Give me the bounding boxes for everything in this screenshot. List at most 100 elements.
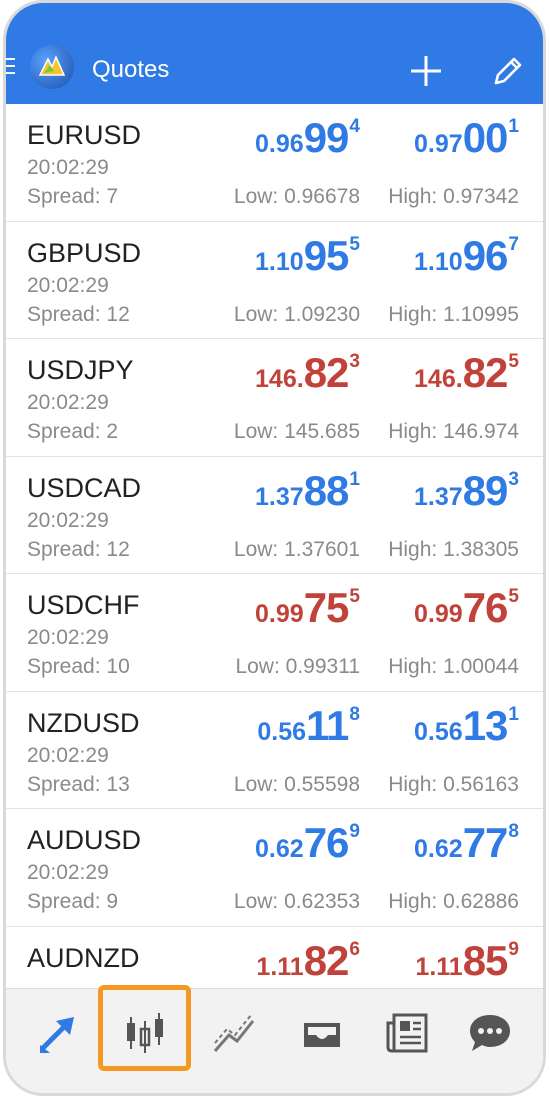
ask-price-prefix: 1.11 <box>415 952 463 981</box>
low-value: Low: 145.685 <box>233 420 360 443</box>
pencil-icon[interactable] <box>490 53 526 89</box>
page-title: Quotes <box>92 56 170 83</box>
bid-price-pips: 11 <box>306 701 349 749</box>
spread-value: Spread: 10 <box>27 655 130 678</box>
bid-price-prefix: 1.10 <box>255 247 304 276</box>
bid-price-pips: 99 <box>303 114 350 161</box>
quote-time: 20:02:29 <box>27 273 109 297</box>
ask-price-pips: 96 <box>462 231 509 279</box>
bid-price: 1.37881 <box>255 467 360 515</box>
bid-price-pips: 95 <box>303 231 350 279</box>
ask-price: 1.10967 <box>414 232 519 280</box>
ask-price-pips: 76 <box>462 584 509 631</box>
ask-price-pips: 89 <box>462 466 509 514</box>
ask-price-pips: 00 <box>462 114 509 161</box>
ask-price-pips: 77 <box>462 819 509 866</box>
quote-time: 20:02:29 <box>27 156 109 179</box>
spread-value: Spread: 12 <box>27 537 130 561</box>
quote-row-usdjpy[interactable]: USDJPY 20:02:29 Spread: 2 146.823 146.825 Low… <box>6 339 543 457</box>
bid-price-prefix: 0.62 <box>255 835 304 863</box>
quote-time: 20:02:29 <box>27 743 109 767</box>
bid-price-fraction: 1 <box>349 468 360 490</box>
bid-price-fraction: 8 <box>349 703 360 725</box>
ask-price-prefix: 0.56 <box>414 717 463 746</box>
bid-price-fraction: 5 <box>349 233 360 255</box>
ask-price-prefix: 1.10 <box>414 247 463 276</box>
phone-frame: Quotes EURUSD 20:02:29 Spread: 7 0.96994 0.9… <box>3 0 546 1096</box>
bid-price-prefix: 0.96 <box>255 130 304 158</box>
spread-value: Spread: 7 <box>27 185 119 208</box>
spread-value: Spread: 12 <box>27 302 130 326</box>
bid-price: 0.56118 <box>257 702 360 750</box>
bid-price-pips: 88 <box>303 466 350 514</box>
bid-price-fraction: 5 <box>349 586 360 607</box>
spread-value: Spread: 13 <box>27 772 130 796</box>
candlestick-chart-icon[interactable] <box>121 1009 169 1057</box>
bid-price: 0.99755 <box>255 584 360 632</box>
spread-value: Spread: 2 <box>27 420 119 443</box>
bid-price: 1.11826 <box>256 937 360 985</box>
spread-value: Spread: 9 <box>27 890 119 913</box>
ask-price: 0.56131 <box>414 702 519 750</box>
symbol-name: GBPUSD <box>27 237 142 268</box>
quote-time: 20:02:29 <box>27 508 109 532</box>
low-value: Low: 0.62353 <box>233 890 360 913</box>
bid-price-pips: 82 <box>303 936 350 984</box>
ask-price-prefix: 0.62 <box>414 835 463 863</box>
high-value: High: 1.38305 <box>388 537 519 561</box>
quote-row-eurusd[interactable]: EURUSD 20:02:29 Spread: 7 0.96994 0.97001 Low… <box>6 104 543 222</box>
low-value: Low: 1.09230 <box>233 302 360 326</box>
ask-price-pips: 13 <box>462 701 509 749</box>
bid-price-prefix: 0.56 <box>257 717 307 746</box>
quote-row-gbpusd[interactable]: GBPUSD 20:02:29 Spread: 12 1.10955 1.10967 Lo… <box>6 222 543 339</box>
quotes-arrows-icon[interactable] <box>36 1009 84 1057</box>
ask-price: 0.97001 <box>414 114 519 162</box>
bid-price: 0.96994 <box>255 114 360 162</box>
plus-icon[interactable] <box>408 53 444 89</box>
bid-price: 146.823 <box>255 349 360 397</box>
quote-row-nzdusd[interactable]: NZDUSD 20:02:29 Spread: 13 0.56118 0.56131 Lo… <box>6 692 543 809</box>
low-value: Low: 0.96678 <box>233 185 360 208</box>
high-value: High: 0.56163 <box>388 772 519 796</box>
bid-price-pips: 82 <box>303 349 350 396</box>
ask-price-fraction: 1 <box>508 116 519 137</box>
quote-time: 20:02:29 <box>27 626 109 649</box>
bid-price-prefix: 146. <box>255 365 304 393</box>
symbol-name: EURUSD <box>27 120 142 150</box>
bid-price-prefix: 1.37 <box>255 482 304 511</box>
inbox-tray-icon[interactable] <box>298 1009 346 1057</box>
ask-price: 146.825 <box>414 349 519 397</box>
news-icon[interactable] <box>384 1009 432 1057</box>
quote-row-usdchf[interactable]: USDCHF 20:02:29 Spread: 10 0.99755 0.99765 Lo… <box>6 574 543 692</box>
high-value: High: 0.97342 <box>388 185 519 208</box>
ask-price-prefix: 0.99 <box>414 600 463 628</box>
symbol-name: USDCHF <box>27 590 140 620</box>
ask-price-prefix: 0.97 <box>414 130 463 158</box>
ask-price: 0.99765 <box>414 584 519 632</box>
bid-price-prefix: 0.99 <box>255 600 304 628</box>
quote-row-audusd[interactable]: AUDUSD 20:02:29 Spread: 9 0.62769 0.62778 Low… <box>6 809 543 927</box>
symbol-name: AUDUSD <box>27 825 142 855</box>
symbol-name: NZDUSD <box>27 707 140 738</box>
symbol-name: AUDNZD <box>27 942 140 973</box>
high-value: High: 0.62886 <box>388 890 519 913</box>
bottom-navigation <box>6 985 543 1093</box>
ask-price-fraction: 1 <box>508 703 519 725</box>
ask-price: 1.11859 <box>415 937 519 985</box>
app-bar: Quotes <box>6 3 543 104</box>
high-value: High: 1.00044 <box>388 655 519 678</box>
trade-chart-icon[interactable] <box>211 1009 259 1057</box>
quotes-list: EURUSD 20:02:29 Spread: 7 0.96994 0.97001 Low… <box>6 104 543 1044</box>
quote-row-usdcad[interactable]: USDCAD 20:02:29 Spread: 12 1.37881 1.37893 Lo… <box>6 457 543 574</box>
quote-time: 20:02:29 <box>27 861 109 884</box>
ask-price-fraction: 3 <box>508 468 519 490</box>
high-value: High: 1.10995 <box>388 302 519 326</box>
ask-price-prefix: 146. <box>414 365 463 393</box>
ask-price-pips: 82 <box>462 349 509 396</box>
hamburger-icon[interactable] <box>6 58 18 78</box>
ask-price-fraction: 5 <box>508 351 519 372</box>
bid-price-fraction: 6 <box>349 938 360 960</box>
chat-bubble-icon[interactable] <box>466 1009 514 1057</box>
ask-price-fraction: 8 <box>508 821 519 842</box>
high-value: High: 146.974 <box>388 420 519 443</box>
